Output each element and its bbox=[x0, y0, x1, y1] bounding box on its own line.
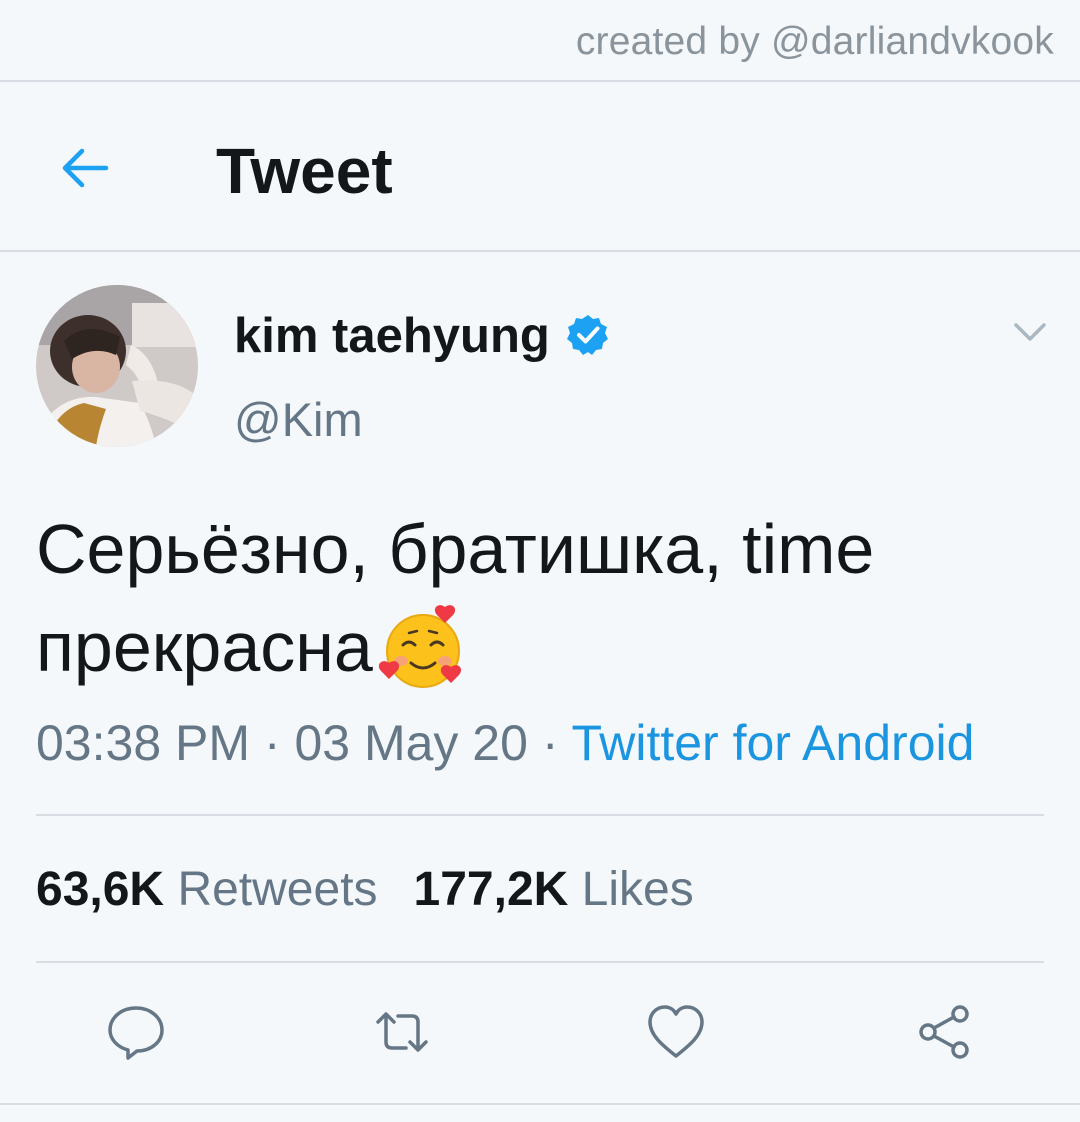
tweet-source-link[interactable]: Twitter for Android bbox=[571, 715, 974, 771]
tweet-text-line-2: прекрасна bbox=[36, 598, 1046, 696]
likes-label: Likes bbox=[581, 863, 694, 916]
retweets-label: Retweets bbox=[177, 863, 378, 916]
tweet-detail-screen: created by @darliandvkook Tweet kim taeh… bbox=[0, 0, 1080, 1122]
reply-icon[interactable] bbox=[106, 1002, 166, 1062]
divider bbox=[36, 814, 1044, 816]
tweet-text: Серьёзно, братишка, time прекрасна bbox=[36, 500, 1046, 696]
retweets-count: 63,6K bbox=[36, 863, 165, 916]
heart-icon[interactable] bbox=[646, 1002, 706, 1062]
smiling-face-with-hearts-icon bbox=[378, 605, 461, 688]
verified-badge-icon bbox=[567, 315, 608, 355]
divider bbox=[36, 961, 1044, 963]
credit-bar: created by @darliandvkook bbox=[0, 0, 1080, 82]
tweet-stats: 63,6K Retweets 177,2K Likes bbox=[36, 862, 694, 917]
tweet-text-line-2-words: прекрасна bbox=[36, 608, 373, 686]
avatar-photo bbox=[36, 285, 198, 447]
likes-stat[interactable]: 177,2K Likes bbox=[414, 863, 694, 916]
chevron-down-icon[interactable] bbox=[1010, 312, 1050, 352]
retweet-icon[interactable] bbox=[372, 1002, 432, 1062]
retweets-stat[interactable]: 63,6K Retweets bbox=[36, 863, 378, 916]
likes-count: 177,2K bbox=[413, 863, 569, 916]
share-icon[interactable] bbox=[914, 1002, 974, 1062]
tweet-date: 03 May 20 bbox=[294, 715, 528, 771]
author-handle[interactable]: @Kim bbox=[234, 392, 363, 447]
top-app-bar: Tweet bbox=[0, 82, 1080, 252]
divider bbox=[0, 1103, 1080, 1105]
tweet-text-line-1: Серьёзно, братишка, time bbox=[36, 510, 875, 588]
meta-separator: · bbox=[527, 715, 572, 771]
tweet-time: 03:38 PM bbox=[36, 715, 251, 771]
tweet-meta: 03:38 PM · 03 May 20 · Twitter for Andro… bbox=[36, 714, 974, 772]
author-display-name[interactable]: kim taehyung bbox=[234, 308, 550, 364]
arrow-left-icon[interactable] bbox=[56, 138, 116, 198]
avatar[interactable] bbox=[36, 285, 198, 447]
page-title: Tweet bbox=[216, 135, 393, 207]
credit-watermark: created by @darliandvkook bbox=[575, 20, 1054, 63]
meta-separator: · bbox=[250, 715, 295, 771]
